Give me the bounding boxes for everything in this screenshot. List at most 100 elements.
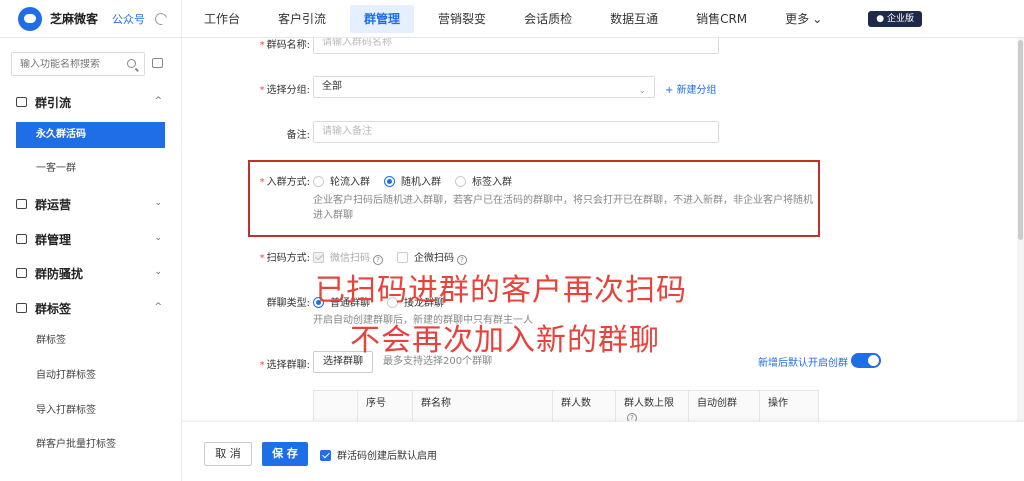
join-mode-tag-radio[interactable]: 标签入群	[455, 173, 512, 188]
nav-item-customer-lead[interactable]: 客户引流	[264, 5, 340, 33]
sidebar-group-label: 群引流	[35, 95, 72, 110]
group-select-value: 全部	[322, 81, 342, 92]
remark-input[interactable]: 请输入备注	[313, 121, 719, 143]
brand-name: 芝麻微客	[50, 12, 99, 26]
group-label-text: 选择分组:	[266, 85, 310, 96]
col-group-name: 群名称	[412, 391, 552, 421]
new-group-link[interactable]: + 新建分组	[665, 81, 717, 96]
scan-mode-label-text: 扫码方式:	[266, 253, 310, 264]
new-group-label: 新建分组	[676, 85, 717, 96]
join-mode-description: 企业客户扫码后随机进入群聊，若客户已在活码的群聊中，将只会打开已在群聊，不进入新…	[313, 193, 818, 223]
join-mode-tag-label: 标签入群	[472, 177, 512, 188]
sidebar-item-group-tag[interactable]: 群标签	[0, 328, 182, 354]
tag-icon	[16, 303, 27, 313]
default-enable-label: 群活码创建后默认启用	[337, 451, 437, 462]
name-label-text: 群码名称:	[266, 40, 310, 51]
chat-icon	[16, 199, 27, 209]
save-button[interactable]: 保 存	[262, 442, 308, 466]
checkbox-icon	[397, 252, 408, 263]
main-content: * 群码名称: 请输入群码名称 * 选择分组: 全部 ⌄ + 新建分组 备注: 请输入…	[182, 38, 1024, 421]
group-chat-table: 序号 群名称 群人数 群人数上限? 自动创群 操作	[313, 390, 819, 421]
sidebar-group-group-tag[interactable]: 群标签 ^	[0, 296, 182, 320]
chevron-down-icon: ⌄	[154, 233, 162, 243]
checkbox-checked-icon	[320, 450, 331, 461]
help-icon[interactable]: ?	[373, 255, 383, 265]
radio-icon	[455, 176, 466, 187]
join-mode-label: * 入群方式:	[252, 173, 310, 188]
shield-icon	[16, 268, 27, 278]
radio-icon	[313, 176, 324, 187]
top-bar: 芝麻微客 公众号 工作台 客户引流 群管理 营销裂变 会话质检 数据互通 销售C…	[0, 0, 1024, 38]
collapse-sidebar-icon[interactable]	[152, 58, 163, 68]
scan-wechat-checkbox[interactable]: 微信扫码?	[313, 249, 383, 265]
cancel-button[interactable]: 取 消	[204, 442, 252, 466]
join-mode-random-radio[interactable]: 随机入群	[384, 173, 441, 188]
sidebar-group-label: 群标签	[35, 301, 72, 316]
scan-wechat-label: 微信扫码	[330, 253, 370, 264]
help-icon[interactable]: ?	[457, 255, 467, 265]
join-mode-label-text: 入群方式:	[266, 177, 310, 188]
sidebar-group-anti-harassment[interactable]: 群防骚扰 ⌄	[0, 261, 182, 285]
scan-wecom-checkbox[interactable]: 企微扫码?	[397, 249, 467, 265]
sidebar-item-import-tag[interactable]: 导入打群标签	[0, 398, 182, 424]
nav-item-marketing[interactable]: 营销裂变	[424, 5, 500, 33]
enterprise-badge: ● 企业版	[868, 10, 922, 27]
plus-icon: +	[665, 85, 677, 96]
user-plus-icon	[16, 97, 27, 107]
chevron-up-icon: ^	[154, 302, 162, 312]
group-label: * 选择分组:	[252, 81, 310, 96]
chevron-down-icon: ⌄	[812, 11, 823, 26]
nav-more-label: 更多	[785, 11, 810, 26]
join-mode-desc-line2: 进入群聊	[313, 210, 353, 221]
join-mode-desc-line1: 企业客户扫码后随机进入群聊，若客户已在活码的群聊中，将只会打开已在群聊，不进入新…	[313, 195, 813, 206]
required-mark: *	[259, 253, 265, 264]
col-member-limit: 群人数上限?	[615, 391, 688, 421]
group-code-name-input[interactable]: 请输入群码名称	[313, 38, 719, 54]
chat-icon	[16, 234, 27, 244]
theme-moon-icon[interactable]	[152, 10, 170, 27]
app-root: 芝麻微客 公众号 工作台 客户引流 群管理 营销裂变 会话质检 数据互通 销售C…	[0, 0, 1024, 481]
sidebar-group-group-management[interactable]: 群管理 ⌄	[0, 227, 182, 251]
main-scrollbar-thumb[interactable]	[1018, 40, 1023, 240]
join-mode-rotate-radio[interactable]: 轮流入群	[313, 173, 370, 188]
sidebar-item-one-customer-one-group[interactable]: 一客一群	[0, 156, 182, 182]
auto-create-switch[interactable]	[851, 353, 881, 368]
chat-type-label: 群聊类型:	[266, 298, 310, 309]
join-mode-random-label: 随机入群	[401, 177, 441, 188]
auto-create-label: 新增后默认开启创群	[758, 358, 848, 369]
radio-checked-icon	[384, 176, 395, 187]
account-type-link[interactable]: 公众号	[112, 11, 145, 27]
required-mark: *	[259, 85, 265, 96]
search-icon[interactable]	[127, 59, 136, 68]
name-placeholder: 请输入群码名称	[322, 38, 392, 48]
brand: 芝麻微客 公众号	[0, 0, 182, 38]
sidebar-group-label: 群管理	[35, 232, 72, 247]
nav-item-group-management[interactable]: 群管理	[350, 4, 415, 33]
group-select[interactable]: 全部 ⌄	[313, 76, 655, 98]
join-mode-rotate-label: 轮流入群	[330, 177, 370, 188]
required-mark: *	[259, 360, 265, 371]
select-chat-label-text: 选择群聊:	[266, 360, 310, 371]
sidebar-search[interactable]	[11, 52, 145, 76]
col-member-limit-label: 群人数上限	[624, 398, 674, 409]
nav-item-session-qc[interactable]: 会话质检	[510, 5, 586, 33]
col-member-count: 群人数	[552, 391, 615, 421]
sidebar-group-group-lead[interactable]: 群引流 ^	[0, 90, 182, 114]
annotation-line-1: 已扫码进群的客户再次扫码	[315, 273, 687, 308]
sidebar-group-label: 群防骚扰	[35, 266, 84, 281]
chevron-down-icon: ⌄	[154, 267, 162, 277]
nav-item-data-sync[interactable]: 数据互通	[596, 5, 672, 33]
help-icon[interactable]: ?	[627, 413, 637, 421]
nav-item-workbench[interactable]: 工作台	[190, 5, 254, 33]
remark-label: 备注:	[286, 130, 310, 141]
nav-item-more[interactable]: 更多 ⌄	[771, 5, 836, 33]
sidebar-item-auto-tag[interactable]: 自动打群标签	[0, 363, 182, 389]
required-mark: *	[259, 177, 265, 188]
main-nav: 工作台 客户引流 群管理 营销裂变 会话质检 数据互通 销售CRM 更多 ⌄ ● …	[190, 0, 922, 38]
sidebar-group-group-operation[interactable]: 群运营 ⌄	[0, 192, 182, 216]
nav-item-sales-crm[interactable]: 销售CRM	[682, 5, 761, 33]
sidebar-item-bulk-tag[interactable]: 群客户批量打标签	[0, 432, 182, 458]
sidebar-search-input[interactable]	[20, 58, 120, 70]
default-enable-checkbox[interactable]: 群活码创建后默认启用	[320, 447, 437, 462]
sidebar-item-permanent-group-code[interactable]: 永久群活码	[16, 122, 165, 148]
